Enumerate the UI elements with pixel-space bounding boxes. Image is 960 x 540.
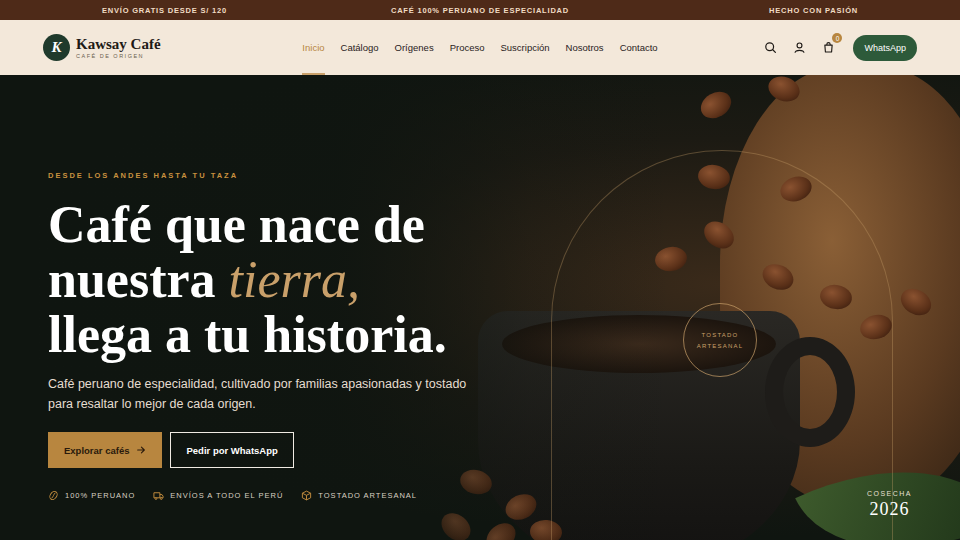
main-nav: Inicio Catálogo Orígenes Proceso Suscripción… bbox=[302, 20, 657, 75]
feature-item: ENVÍOS A TODO EL PERÚ bbox=[153, 490, 283, 501]
nav-item[interactable]: Catálogo bbox=[341, 20, 379, 75]
bean-icon bbox=[48, 490, 59, 501]
badge-text: TOSTADO bbox=[702, 332, 739, 338]
badge-text: ARTESANAL bbox=[697, 343, 743, 349]
box-icon bbox=[301, 490, 312, 501]
whatsapp-button[interactable]: WhatsApp bbox=[853, 35, 917, 61]
hero-section: TOSTADO ARTESANAL COSECHA 2026 DESDE LOS AND… bbox=[0, 75, 960, 540]
announcement-text: CAFÉ 100% PERUANO DE ESPECIALIDAD bbox=[391, 6, 569, 15]
site-header: K Kawsay CaféCAFÉ DE ORIGEN Inicio Catálogo… bbox=[0, 20, 960, 75]
nav-item[interactable]: Inicio bbox=[302, 20, 324, 75]
primary-button[interactable]: Explorar cafés bbox=[48, 432, 162, 468]
brand-name: Kawsay Café bbox=[76, 36, 161, 52]
brand-tagline: CAFÉ DE ORIGEN bbox=[76, 53, 161, 59]
announcement-bar: ENVÍO GRATIS DESDE S/ 120 CAFÉ 100% PERUA… bbox=[0, 0, 960, 20]
arrow-right-icon bbox=[136, 445, 146, 455]
cart-count-badge: 0 bbox=[832, 33, 842, 43]
announcement-text: ENVÍO GRATIS DESDE S/ 120 bbox=[102, 6, 227, 15]
search-icon[interactable] bbox=[764, 41, 777, 54]
hero-title: Café que nace denuestra tierra,llega a t… bbox=[48, 197, 528, 362]
cart-button[interactable]: 0 bbox=[822, 41, 835, 54]
harvest-year: 2026 bbox=[867, 499, 912, 520]
landing-page: ENVÍO GRATIS DESDE S/ 120 CAFÉ 100% PERUA… bbox=[0, 0, 960, 540]
feature-item: 100% PERUANO bbox=[48, 490, 135, 501]
announcement-text: HECHO CON PASIÓN bbox=[769, 6, 858, 15]
brand-logo[interactable]: K Kawsay CaféCAFÉ DE ORIGEN bbox=[43, 34, 161, 61]
feature-list: 100% PERUANO ENVÍOS A TODO EL PERÚ TOSTADO… bbox=[48, 490, 528, 501]
cart-icon bbox=[822, 41, 835, 54]
hero-eyebrow: DESDE LOS ANDES HASTA TU TAZA bbox=[48, 171, 528, 180]
user-icon[interactable] bbox=[793, 41, 806, 54]
nav-item[interactable]: Orígenes bbox=[395, 20, 434, 75]
nav-item[interactable]: Contacto bbox=[620, 20, 658, 75]
nav-item[interactable]: Suscripción bbox=[501, 20, 550, 75]
logo-mark: K bbox=[43, 34, 70, 61]
outline-button[interactable]: Pedir por WhatsApp bbox=[170, 432, 293, 468]
hero-subtitle: Café peruano de especialidad, cultivado … bbox=[48, 374, 468, 414]
truck-icon bbox=[153, 490, 164, 501]
nav-item[interactable]: Proceso bbox=[450, 20, 485, 75]
feature-item: TOSTADO ARTESANAL bbox=[301, 490, 417, 501]
nav-item[interactable]: Nosotros bbox=[566, 20, 604, 75]
harvest-label: COSECHA 2026 bbox=[867, 490, 912, 520]
harvest-caption: COSECHA bbox=[867, 490, 912, 497]
roast-badge: TOSTADO ARTESANAL bbox=[683, 303, 757, 377]
